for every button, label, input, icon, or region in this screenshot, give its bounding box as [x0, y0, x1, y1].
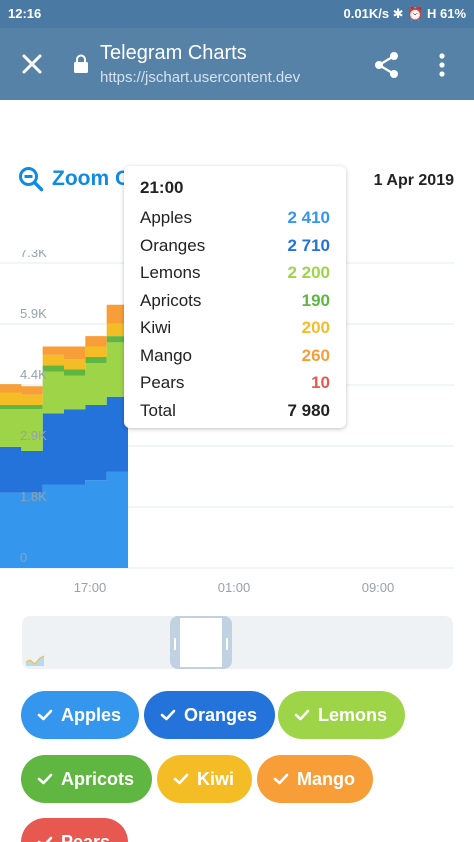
- tooltip-row-value: 190: [301, 290, 330, 310]
- tooltip-row-label: Apricots: [140, 290, 202, 310]
- check-icon: [173, 773, 189, 785]
- y-tick-label: 7.3K: [20, 250, 47, 260]
- lock-icon: [74, 54, 88, 73]
- close-icon[interactable]: [18, 50, 46, 78]
- y-tick-label: 1.8K: [20, 489, 47, 504]
- page-url: https://jschart.usercontent.dev: [100, 69, 301, 86]
- tooltip-row-value: 260: [301, 345, 330, 365]
- browser-toolbar: Telegram Charts https://jschart.usercont…: [0, 28, 474, 100]
- check-icon: [160, 709, 176, 721]
- tooltip-row: Apricots 190: [140, 287, 330, 315]
- toggle-apples[interactable]: Apples: [21, 691, 140, 739]
- tooltip-row-label: Apples: [140, 208, 192, 227]
- tooltip-time: 21:00: [140, 178, 184, 197]
- toggle-label: Apricots: [61, 768, 135, 789]
- toggle-label: Apples: [61, 704, 122, 725]
- toggle-kiwi[interactable]: Kiwi: [157, 755, 253, 803]
- more-options-icon[interactable]: [434, 50, 450, 80]
- toggle-label: Oranges: [184, 704, 258, 725]
- date-range: 1 Apr 2019: [373, 172, 454, 189]
- toggle-label: Kiwi: [197, 768, 235, 789]
- zoom-out-icon: [19, 167, 44, 192]
- tooltip-row-value: 2 410: [287, 208, 330, 227]
- toggle-label: Lemons: [318, 704, 388, 725]
- tooltip-rows: Apples 2 410 Oranges 2 710 Lemons 2 200 Aprico…: [140, 204, 330, 424]
- data-tooltip: 21:00 Apples 2 410 Oranges 2 710 Lemons 2 200…: [124, 166, 346, 428]
- tooltip-row-value: 2 200: [287, 263, 330, 282]
- right-handle-grip[interactable]: [226, 638, 228, 650]
- y-tick-label: 0: [20, 550, 27, 565]
- toggle-label: Mango: [297, 768, 355, 789]
- check-icon: [37, 836, 53, 842]
- range-navigator[interactable]: [22, 616, 453, 669]
- x-tick-label: 17:00: [74, 580, 107, 595]
- tooltip-row-label: Oranges: [140, 235, 206, 255]
- tooltip-row: Total 7 980: [140, 397, 330, 425]
- toggle-lemons[interactable]: Lemons: [278, 691, 406, 739]
- tooltip-row: Apples 2 410: [140, 204, 330, 232]
- check-icon: [294, 709, 310, 721]
- check-icon: [37, 773, 53, 785]
- x-tick-label: 09:00: [362, 580, 395, 595]
- check-icon: [37, 709, 53, 721]
- y-tick-label: 2.9K: [20, 428, 47, 443]
- toggle-label: Pears: [61, 831, 111, 842]
- toggle-oranges[interactable]: Oranges: [144, 691, 276, 739]
- y-tick-label: 4.4K: [20, 367, 47, 382]
- tooltip-row: Lemons 2 200: [140, 259, 330, 287]
- x-tick-label: 01:00: [218, 580, 251, 595]
- toggle-apricots[interactable]: Apricots: [21, 755, 153, 803]
- navigator-window[interactable]: [170, 616, 232, 669]
- status-indicators: 0.01K/s ✱ ⏰ H 61%: [343, 6, 466, 21]
- tooltip-row-label: Pears: [140, 373, 185, 392]
- tooltip-row-value: 200: [301, 318, 330, 337]
- tooltip-row: Pears 10: [140, 369, 330, 397]
- status-time: 12:16: [8, 6, 42, 21]
- tooltip-row-label: Mango: [140, 345, 192, 365]
- share-icon[interactable]: [372, 50, 402, 80]
- tooltip-row: Kiwi 200: [140, 314, 330, 342]
- left-handle-grip[interactable]: [174, 638, 176, 650]
- page-title: Telegram Charts: [100, 42, 247, 64]
- x-axis-labels: 17:00 01:00 09:00: [74, 580, 395, 595]
- tooltip-row-value: 2 710: [287, 235, 330, 255]
- y-tick-label: 5.9K: [20, 306, 47, 321]
- tooltip-row-label: Kiwi: [140, 318, 172, 337]
- toggle-mango[interactable]: Mango: [257, 755, 373, 803]
- tooltip-row-value: 7 980: [287, 400, 330, 420]
- check-icon: [273, 773, 289, 785]
- tooltip-row: Mango 260: [140, 342, 330, 370]
- tooltip-row-value: 10: [311, 373, 330, 392]
- tooltip-row-label: Total: [140, 400, 176, 420]
- status-bar: 12:16 0.01K/s ✱ ⏰ H 61%: [0, 0, 474, 28]
- tooltip-row: Oranges 2 710: [140, 232, 330, 260]
- toggle-pears[interactable]: Pears: [21, 818, 129, 842]
- navigator-preview: [26, 655, 44, 666]
- tooltip-row-label: Lemons: [140, 263, 201, 282]
